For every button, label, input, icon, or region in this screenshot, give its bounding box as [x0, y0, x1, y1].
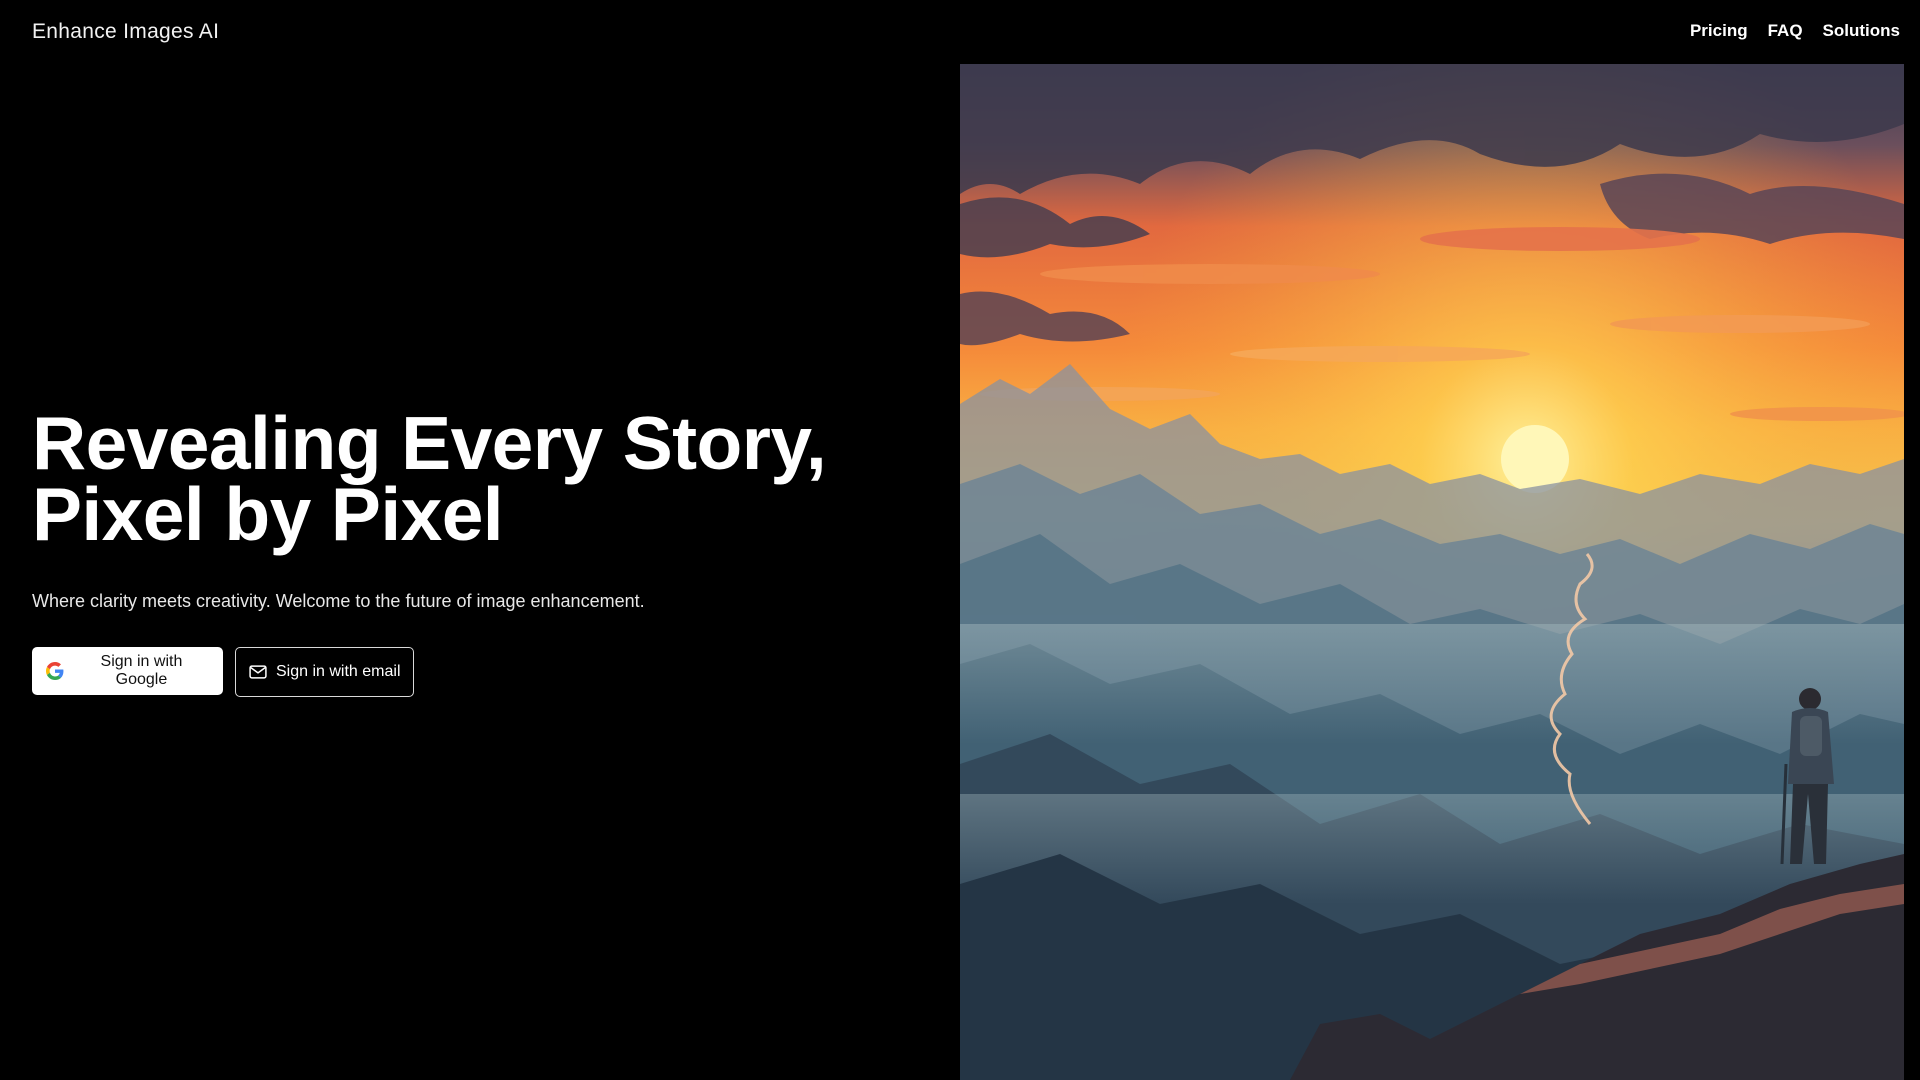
nav-link-solutions[interactable]: Solutions [1823, 21, 1900, 41]
google-logo-icon [45, 661, 65, 681]
mail-icon [248, 662, 268, 682]
nav-link-pricing[interactable]: Pricing [1690, 21, 1748, 41]
sign-in-email-button[interactable]: Sign in with email [235, 647, 414, 697]
hero-headline-line-1: Revealing Every Story, [32, 401, 827, 485]
hero-subtitle: Where clarity meets creativity. Welcome … [32, 591, 645, 611]
nav-link-faq[interactable]: FAQ [1768, 21, 1803, 41]
sign-in-actions: Sign in with Google Sign in with email [32, 647, 414, 697]
mountain-sunset-illustration [960, 64, 1904, 1080]
brand-logo-text[interactable]: Enhance Images AI [32, 20, 219, 44]
landing-page: Enhance Images AI Pricing FAQ Solutions … [0, 0, 1920, 1080]
hero-headline-line-2: Pixel by Pixel [32, 472, 504, 556]
top-bar: Enhance Images AI Pricing FAQ Solutions [0, 0, 1920, 64]
hero-section: Revealing Every Story, Pixel by Pixel Wh… [32, 401, 932, 612]
hero-headline: Revealing Every Story, Pixel by Pixel [32, 401, 932, 556]
sign-in-google-label: Sign in with Google [100, 653, 183, 688]
sign-in-google-button[interactable]: Sign in with Google [32, 647, 223, 695]
hero-landscape-image [960, 64, 1904, 1080]
main-nav: Pricing FAQ Solutions [1690, 21, 1900, 41]
sign-in-email-label: Sign in with email [276, 663, 401, 680]
